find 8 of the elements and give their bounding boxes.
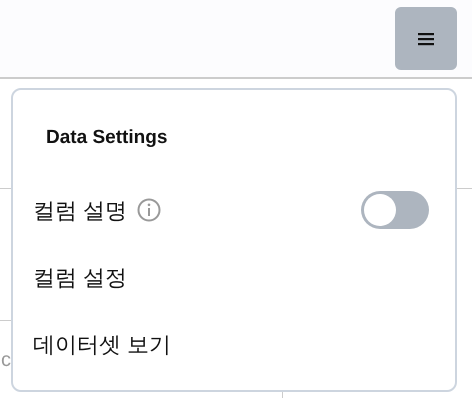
menu-button[interactable] <box>395 7 457 70</box>
menu-item[interactable]: 컬럼 설정 <box>33 260 128 294</box>
info-icon[interactable] <box>137 198 162 222</box>
menu-item[interactable]: 데이터셋 보기 <box>33 328 172 360</box>
menu-icon <box>418 32 434 46</box>
menu-title: Data Settings <box>45 126 168 150</box>
toggle-switch[interactable] <box>361 191 429 229</box>
menu-item-label: 컬럼 설명 <box>33 196 128 224</box>
